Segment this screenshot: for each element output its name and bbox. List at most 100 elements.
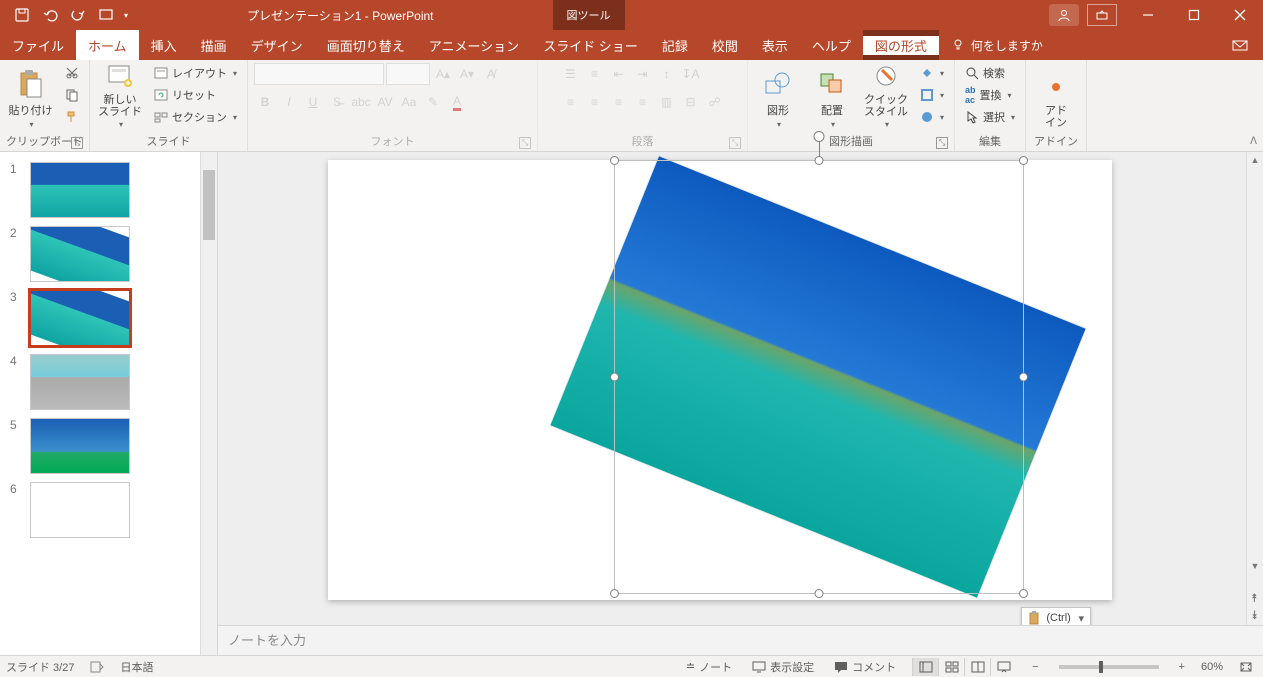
sorter-view-button[interactable] bbox=[938, 658, 964, 676]
resize-handle-n[interactable] bbox=[815, 156, 824, 165]
thumbnail-item[interactable]: 3 bbox=[0, 286, 217, 350]
rotate-handle[interactable] bbox=[814, 131, 825, 142]
smartart-icon[interactable]: ☍ bbox=[704, 91, 726, 113]
tab-home[interactable]: ホーム bbox=[76, 30, 139, 60]
align-right-icon[interactable]: ≡ bbox=[608, 91, 630, 113]
slide-counter[interactable]: スライド 3/27 bbox=[6, 659, 74, 675]
tab-animations[interactable]: アニメーション bbox=[417, 30, 531, 60]
zoom-percent[interactable]: 60% bbox=[1201, 661, 1223, 673]
shape-fill-button[interactable]: ▾ bbox=[916, 63, 948, 83]
shadow-icon[interactable]: abc bbox=[350, 91, 372, 113]
tab-picture-format[interactable]: 図の形式 bbox=[863, 36, 939, 55]
cut-button[interactable] bbox=[61, 63, 83, 83]
font-color-icon[interactable]: A bbox=[446, 91, 468, 113]
find-button[interactable]: 検索 bbox=[961, 63, 1019, 83]
change-case-icon[interactable]: Aa bbox=[398, 91, 420, 113]
shapes-button[interactable]: 図形▾ bbox=[754, 63, 802, 129]
thumbnail-scrollbar[interactable] bbox=[200, 152, 217, 655]
columns-icon[interactable]: ▥ bbox=[656, 91, 678, 113]
tell-me-search[interactable]: 何をしますか bbox=[939, 30, 1043, 60]
resize-handle-nw[interactable] bbox=[610, 156, 619, 165]
drawing-launcher[interactable]: ⤡ bbox=[936, 137, 948, 149]
resize-handle-sw[interactable] bbox=[610, 589, 619, 598]
underline-icon[interactable]: U bbox=[302, 91, 324, 113]
paste-button[interactable]: 貼り付け ▾ bbox=[7, 63, 55, 129]
addins-button[interactable]: アド イン bbox=[1032, 63, 1080, 129]
spellcheck-icon[interactable] bbox=[86, 661, 108, 673]
zoom-out-button[interactable]: − bbox=[1028, 661, 1042, 673]
numbering-icon[interactable]: ≡ bbox=[584, 63, 606, 85]
tab-draw[interactable]: 描画 bbox=[189, 30, 239, 60]
increase-indent-icon[interactable]: ⇥ bbox=[632, 63, 654, 85]
strike-icon[interactable]: S̶ bbox=[326, 91, 348, 113]
undo-icon[interactable] bbox=[38, 3, 62, 27]
layout-button[interactable]: レイアウト▾ bbox=[150, 63, 241, 83]
decrease-indent-icon[interactable]: ⇤ bbox=[608, 63, 630, 85]
select-button[interactable]: 選択▾ bbox=[961, 107, 1019, 127]
align-center-icon[interactable]: ≡ bbox=[584, 91, 606, 113]
thumbnail-item[interactable]: 5 bbox=[0, 414, 217, 478]
close-button[interactable] bbox=[1217, 0, 1263, 30]
shape-effects-button[interactable]: ▾ bbox=[916, 107, 948, 127]
text-direction-icon[interactable]: ↧A bbox=[680, 63, 702, 85]
align-text-icon[interactable]: ⊟ bbox=[680, 91, 702, 113]
comments-button[interactable]: コメント bbox=[830, 659, 900, 675]
minimize-button[interactable] bbox=[1125, 0, 1171, 30]
new-slide-button[interactable]: 新しい スライド ▾ bbox=[96, 63, 144, 129]
resize-handle-e[interactable] bbox=[1019, 373, 1028, 382]
collapse-ribbon-icon[interactable]: ᐱ bbox=[1250, 136, 1257, 147]
tab-insert[interactable]: 挿入 bbox=[139, 30, 189, 60]
highlight-icon[interactable]: ✎ bbox=[422, 91, 444, 113]
line-spacing-icon[interactable]: ↕ bbox=[656, 63, 678, 85]
reset-button[interactable]: リセット bbox=[150, 85, 241, 105]
copy-button[interactable] bbox=[61, 85, 83, 105]
notes-pane[interactable]: ノートを入力 bbox=[218, 625, 1263, 655]
paragraph-launcher[interactable]: ⤡ bbox=[729, 137, 741, 149]
tab-view[interactable]: 表示 bbox=[750, 30, 800, 60]
slideshow-view-button[interactable] bbox=[990, 658, 1016, 676]
font-launcher[interactable]: ⤡ bbox=[519, 137, 531, 149]
thumbnail-item[interactable]: 6 bbox=[0, 478, 217, 542]
tab-transitions[interactable]: 画面切り替え bbox=[315, 30, 417, 60]
resize-handle-se[interactable] bbox=[1019, 589, 1028, 598]
char-spacing-icon[interactable]: AV bbox=[374, 91, 396, 113]
bullets-icon[interactable]: ☰ bbox=[560, 63, 582, 85]
ribbon-display-options-icon[interactable] bbox=[1087, 4, 1117, 26]
resize-handle-w[interactable] bbox=[610, 373, 619, 382]
tab-review[interactable]: 校閲 bbox=[700, 30, 750, 60]
shape-outline-button[interactable]: ▾ bbox=[916, 85, 948, 105]
language-indicator[interactable]: 日本語 bbox=[120, 659, 153, 675]
shrink-font-icon[interactable]: A▾ bbox=[456, 63, 478, 85]
resize-handle-s[interactable] bbox=[815, 589, 824, 598]
reading-view-button[interactable] bbox=[964, 658, 990, 676]
normal-view-button[interactable] bbox=[912, 658, 938, 676]
next-slide-icon[interactable]: ⯯ bbox=[1251, 608, 1258, 623]
font-name-combo[interactable] bbox=[254, 63, 384, 85]
replace-button[interactable]: abac置換▾ bbox=[961, 85, 1019, 105]
font-size-combo[interactable] bbox=[386, 63, 430, 85]
bold-icon[interactable]: B bbox=[254, 91, 276, 113]
redo-icon[interactable] bbox=[66, 3, 90, 27]
display-settings-button[interactable]: 表示設定 bbox=[748, 659, 818, 675]
scroll-up-icon[interactable]: ▲ bbox=[1247, 152, 1263, 169]
section-button[interactable]: セクション▾ bbox=[150, 107, 241, 127]
tab-record[interactable]: 記録 bbox=[650, 30, 700, 60]
notes-button[interactable]: ≐ ノート bbox=[682, 659, 736, 675]
tab-file[interactable]: ファイル bbox=[0, 30, 76, 60]
align-left-icon[interactable]: ≡ bbox=[560, 91, 582, 113]
thumbnail-item[interactable]: 2 bbox=[0, 222, 217, 286]
start-from-beginning-icon[interactable] bbox=[94, 3, 118, 27]
justify-icon[interactable]: ≡ bbox=[632, 91, 654, 113]
tab-help[interactable]: ヘルプ bbox=[800, 30, 863, 60]
clipboard-launcher[interactable]: ⤡ bbox=[71, 137, 83, 149]
zoom-in-button[interactable]: + bbox=[1175, 661, 1189, 673]
tab-design[interactable]: デザイン bbox=[239, 30, 315, 60]
editor-vscrollbar[interactable]: ▲ ▼ bbox=[1246, 152, 1263, 625]
grow-font-icon[interactable]: A▴ bbox=[432, 63, 454, 85]
fit-to-window-button[interactable] bbox=[1235, 661, 1257, 673]
slide-canvas[interactable] bbox=[328, 160, 1112, 600]
tab-slideshow[interactable]: スライド ショー bbox=[531, 30, 650, 60]
account-button[interactable] bbox=[1049, 4, 1079, 26]
scroll-down-icon[interactable]: ▼ bbox=[1247, 558, 1263, 575]
arrange-button[interactable]: 配置▾ bbox=[808, 63, 856, 129]
